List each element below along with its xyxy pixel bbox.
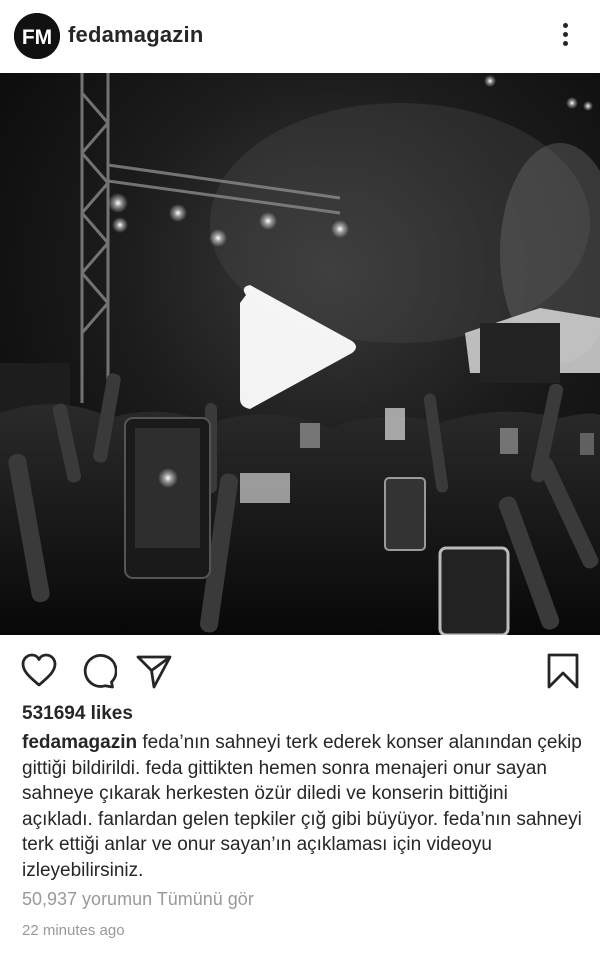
send-icon[interactable] — [134, 651, 174, 691]
action-bar — [0, 643, 600, 699]
avatar-logo: FM — [14, 13, 60, 59]
username[interactable]: fedamagazin — [68, 22, 203, 48]
avatar[interactable]: FM — [14, 13, 60, 59]
svg-text:FM: FM — [22, 26, 52, 49]
caption-text: feda’nın sahneyi terk ederek konser alan… — [22, 732, 582, 881]
video-frame — [0, 73, 600, 635]
caption-username[interactable]: fedamagazin — [22, 732, 137, 753]
timestamp: 22 minutes ago — [22, 922, 125, 939]
bookmark-icon[interactable] — [543, 651, 583, 691]
view-comments-link[interactable]: 50,937 yorumun Tümünü gör — [22, 889, 254, 910]
more-icon[interactable] — [550, 16, 580, 52]
comment-icon[interactable] — [77, 651, 117, 691]
post-header: FM fedamagazin — [0, 0, 600, 72]
video-player[interactable] — [0, 73, 600, 635]
likes-count[interactable]: 531694 likes — [22, 703, 133, 725]
caption: fedamagazin feda’nın sahneyi terk ederek… — [22, 730, 582, 883]
heart-icon[interactable] — [19, 651, 59, 691]
